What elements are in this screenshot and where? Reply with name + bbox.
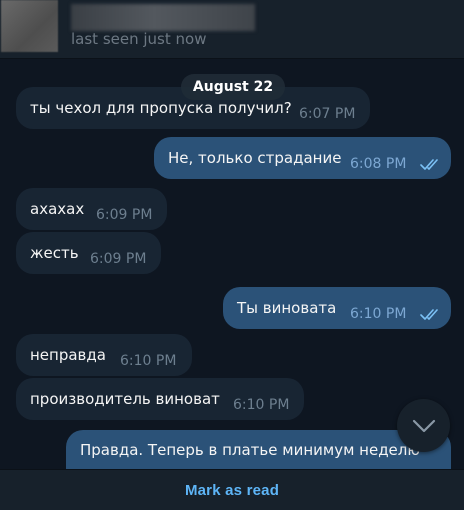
contact-name-redacted[interactable]	[71, 4, 255, 31]
date-divider: August 22	[181, 74, 285, 100]
avatar[interactable]	[1, 0, 58, 52]
scroll-down-button[interactable]	[397, 399, 450, 452]
message-outgoing[interactable]: Правда. Теперь в платье минимум неделю	[66, 430, 451, 469]
message-outgoing[interactable]: Не, только страдание 6:08 PM	[154, 137, 451, 179]
double-check-icon	[420, 309, 438, 320]
last-seen-status: last seen just now	[71, 30, 207, 48]
message-text: ты чехол для пропуска получил?	[30, 99, 292, 117]
message-time: 6:09 PM	[96, 207, 153, 223]
double-check-icon	[420, 159, 438, 170]
message-incoming[interactable]: неправда 6:10 PM	[16, 334, 192, 376]
message-text: неправда	[30, 346, 106, 364]
message-text: Не, только страдание	[168, 149, 342, 167]
message-outgoing[interactable]: Ты виновата 6:10 PM	[223, 287, 451, 329]
message-text: ахахах	[30, 200, 85, 218]
message-text: жесть	[30, 244, 79, 262]
message-time: 6:10 PM	[350, 306, 407, 322]
bottom-bar: Mark as read	[0, 469, 464, 510]
message-time: 6:07 PM	[299, 106, 356, 122]
message-incoming[interactable]: жесть 6:09 PM	[16, 232, 161, 274]
message-time: 6:10 PM	[120, 353, 177, 369]
message-incoming[interactable]: производитель виноват 6:10 PM	[16, 378, 304, 420]
message-text: производитель виноват	[30, 390, 220, 408]
message-text: Ты виновата	[237, 299, 337, 317]
message-incoming[interactable]: ахахах 6:09 PM	[16, 188, 167, 230]
message-text: Правда. Теперь в платье минимум неделю	[80, 441, 421, 459]
chat-header[interactable]: last seen just now	[0, 0, 464, 59]
chevron-down-icon	[412, 419, 435, 432]
message-time: 6:09 PM	[90, 251, 147, 267]
mark-as-read-button[interactable]: Mark as read	[185, 482, 279, 499]
message-time: 6:08 PM	[350, 156, 407, 172]
message-list[interactable]: August 22 ты чехол для пропуска получил?…	[0, 59, 464, 469]
message-time: 6:10 PM	[233, 397, 290, 413]
